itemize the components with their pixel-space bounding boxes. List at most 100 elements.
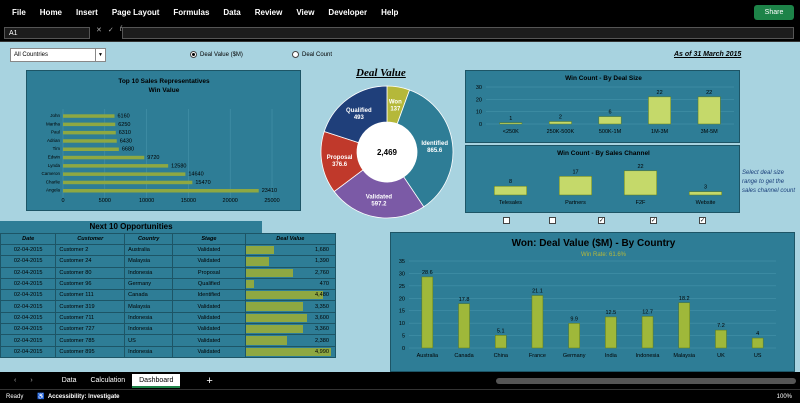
category-label: Germany (563, 353, 586, 359)
table-cell: Validated (172, 255, 246, 268)
data-label: 14640 (188, 172, 203, 178)
table-cell: 02-04-2015 (0, 255, 57, 268)
column-header: Deal Value (244, 233, 337, 245)
prev-sheet-icon[interactable]: ‹ (14, 377, 16, 384)
menu-item[interactable]: Home (40, 8, 62, 17)
bar (63, 147, 119, 151)
country-chart: Won: Deal Value ($M) - By Country Win Rat… (399, 238, 776, 359)
formula-input[interactable] (122, 27, 794, 39)
menu-item[interactable]: Insert (76, 8, 98, 17)
deal-value-title: Deal Value (356, 67, 406, 79)
data-label: 6430 (120, 138, 132, 144)
table-cell: Validated (172, 334, 246, 347)
horizontal-scrollbar[interactable] (496, 377, 796, 384)
slice-value: 376.6 (332, 162, 348, 168)
menu-item[interactable]: Formulas (173, 8, 209, 17)
radio-selected-icon[interactable] (190, 51, 197, 58)
table-cell: Customer 80 (55, 266, 126, 279)
sales-channel-chart: Win Count - By Sales Channel 8 Telesales 17… (494, 150, 722, 206)
chart-title: Win Count - By Deal Size (565, 75, 642, 82)
country-panel: Won: Deal Value ($M) - By Country Win Rat… (390, 232, 795, 372)
instruction-note: Select deal size range to get the sales … (742, 170, 796, 194)
radio-deal-value[interactable]: Deal Value ($M) (190, 51, 243, 58)
accessibility-icon[interactable]: ♿ (37, 393, 44, 400)
share-button[interactable]: Share (754, 5, 794, 20)
cell-value: 4,990 (315, 348, 329, 355)
deal-size-chart: Win Count - By Deal Size01020301<250K225… (476, 75, 734, 135)
table-cell: Customer 727 (55, 323, 126, 336)
menu-item[interactable]: View (296, 8, 314, 17)
table-cell: Qualified (172, 277, 246, 291)
radio-unselected-icon[interactable] (292, 51, 299, 58)
bar (499, 122, 523, 125)
deal-size-checkbox[interactable] (503, 217, 510, 224)
table-cell: Validated (172, 243, 246, 257)
deal-size-checkbox[interactable]: ✓ (699, 217, 706, 224)
category-label: Edwin (48, 155, 61, 160)
data-label: 28.6 (422, 270, 433, 276)
cell-value: 3,360 (315, 326, 329, 333)
table-cell: Validated (172, 345, 246, 358)
menu-item[interactable]: File (12, 8, 26, 17)
sheet-tab-bar: ‹ › Data Calculation Dashboard + (0, 372, 800, 389)
as-of-date: As of 31 March 2015 (674, 51, 742, 58)
category-label: Australia (417, 353, 439, 359)
category-label: John (50, 113, 60, 118)
table-cell: 02-04-2015 (0, 311, 57, 325)
bar (605, 316, 617, 349)
next-sheet-icon[interactable]: › (30, 377, 32, 384)
menu-item[interactable]: Developer (328, 8, 367, 17)
data-label: 17 (572, 169, 578, 175)
table-cell: Validated (172, 300, 246, 313)
sheet-tab[interactable]: Calculation (83, 374, 132, 388)
column-header: Stage (172, 233, 246, 245)
sheet-tabs: Data Calculation Dashboard (55, 373, 181, 388)
ribbon-menu-bar: File Home Insert Page Layout Formulas Data Rev… (0, 0, 800, 24)
sheet-tab[interactable]: Data (55, 374, 84, 388)
menu-item[interactable]: Page Layout (112, 8, 160, 17)
chevron-down-icon[interactable]: ▼ (95, 49, 105, 61)
table-cell: Canada (124, 289, 174, 302)
data-label: 21.1 (532, 289, 543, 295)
bar (715, 329, 727, 349)
add-sheet-icon[interactable]: + (206, 375, 212, 387)
deal-value-cell: 4,990 (244, 345, 337, 358)
column-header: Customer (55, 233, 126, 245)
sheet-tab[interactable]: Dashboard (132, 373, 181, 388)
top-reps-chart: Top 10 Sales Representatives Win Value 0 50… (41, 78, 279, 204)
data-label: 9720 (147, 155, 159, 161)
name-box[interactable]: A1 (4, 27, 90, 39)
bar (458, 303, 470, 349)
tick-label: 10 (476, 110, 482, 116)
table-row: 02-04-2015 Customer 895 Indonesia Validated… (0, 345, 337, 358)
category-label: Charlie (46, 179, 61, 184)
radio-deal-count[interactable]: Deal Count (292, 51, 332, 58)
data-label: 22 (637, 164, 643, 170)
deal-value-cell: 470 (244, 277, 337, 291)
data-label: 6 (608, 110, 611, 116)
accessibility-status[interactable]: Accessibility: Investigate (48, 394, 120, 400)
deal-size-checkbox[interactable]: ✓ (650, 217, 657, 224)
table-cell: Australia (124, 243, 174, 257)
top-reps-panel: Top 10 Sales Representatives Win Value 0 50… (26, 70, 301, 211)
country-dropdown[interactable]: All Countries ▼ (10, 48, 106, 62)
data-label: 1 (509, 116, 512, 122)
menu-item[interactable]: Data (223, 8, 240, 17)
deal-size-checkbox[interactable] (549, 217, 556, 224)
data-label: 22 (657, 90, 663, 96)
category-label: Tim (53, 146, 61, 151)
menu-item[interactable]: Review (255, 8, 283, 17)
cancel-icon[interactable]: ✕ (96, 26, 102, 39)
deal-size-checkbox[interactable]: ✓ (598, 217, 605, 224)
category-label: Lynda (48, 163, 61, 168)
category-label: <250K (503, 129, 519, 135)
table-cell: 02-04-2015 (0, 277, 57, 291)
table-cell: Indonesia (124, 345, 174, 358)
menu-item[interactable]: Help (381, 8, 398, 17)
deal-value-cell: 2,380 (244, 334, 337, 347)
table-cell: Customer 785 (55, 334, 126, 347)
deal-size-panel: Win Count - By Deal Size 0 10 20 30 1 <250K 2 25… (465, 70, 740, 143)
tick-label: 25000 (264, 198, 279, 204)
zoom-level[interactable]: 100% (777, 394, 792, 400)
enter-icon[interactable]: ✓ (108, 26, 114, 39)
